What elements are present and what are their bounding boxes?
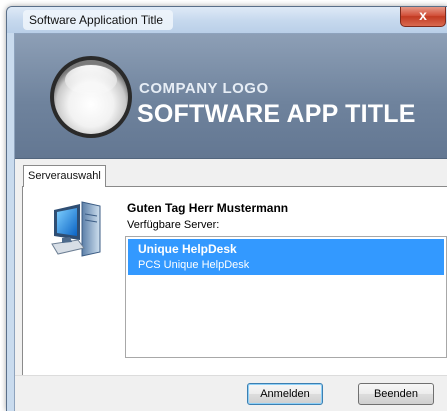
computer-icon <box>51 201 101 257</box>
glass-orb-icon <box>50 56 132 138</box>
list-item[interactable]: Unique HelpDesk PCS Unique HelpDesk <box>128 239 444 275</box>
company-logo: COMPANY LOGO <box>139 80 269 97</box>
app-title: SOFTWARE APP TITLE <box>137 100 416 128</box>
app-window: Software Application Title x COMPANY LOG… <box>6 6 447 411</box>
window-title: Software Application Title <box>23 10 174 30</box>
window-client-area: COMPANY LOGO SOFTWARE APP TITLE Serverau… <box>14 33 447 411</box>
server-list-label: Verfügbare Server: <box>127 219 220 231</box>
server-name: Unique HelpDesk <box>138 242 237 256</box>
close-icon: x <box>419 7 427 23</box>
server-description: PCS Unique HelpDesk <box>138 259 250 271</box>
title-bar[interactable]: Software Application Title x <box>7 7 447 33</box>
exit-button[interactable]: Beenden <box>358 383 434 405</box>
tab-panel-serverauswahl: Guten Tag Herr Mustermann Verfügbare Ser… <box>22 186 447 376</box>
server-list[interactable]: Unique HelpDesk PCS Unique HelpDesk <box>125 236 447 358</box>
header-banner: COMPANY LOGO SOFTWARE APP TITLE <box>15 34 447 159</box>
close-button[interactable]: x <box>400 7 446 27</box>
login-button[interactable]: Anmelden <box>247 383 323 405</box>
greeting-text: Guten Tag Herr Mustermann <box>127 201 289 215</box>
button-bar: Anmelden Beenden <box>15 375 447 411</box>
tab-serverauswahl[interactable]: Serverauswahl <box>23 165 106 187</box>
